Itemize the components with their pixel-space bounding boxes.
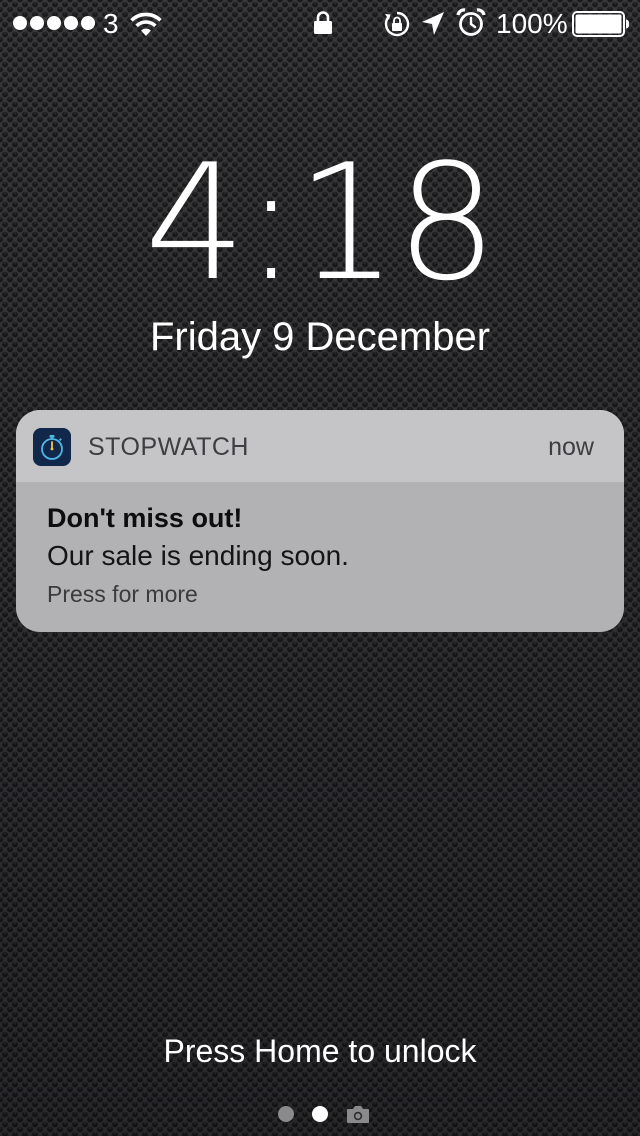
lock-screen-date: Friday 9 December xyxy=(149,315,491,359)
notification-hint: Press for more xyxy=(47,581,198,607)
page-indicator xyxy=(278,1104,370,1124)
wifi-icon xyxy=(128,10,164,43)
alarm-icon xyxy=(456,8,486,43)
page-dot[interactable] xyxy=(278,1106,294,1122)
rotation-lock-icon xyxy=(383,10,411,43)
camera-icon[interactable] xyxy=(346,1104,370,1124)
signal-dot xyxy=(81,16,95,30)
lock-screen-time: 4:18 xyxy=(144,129,497,316)
notification-card[interactable]: STOPWATCH now Don't miss out! Our sale i… xyxy=(16,410,624,632)
signal-strength-icon xyxy=(13,16,95,30)
location-icon xyxy=(420,10,446,43)
signal-dot xyxy=(13,16,27,30)
notification-header: STOPWATCH now xyxy=(16,410,624,482)
unlock-prompt: Press Home to unlock xyxy=(163,1033,477,1069)
status-bar: 3 100% xyxy=(0,0,640,48)
notification-time: now xyxy=(548,433,594,461)
lock-icon xyxy=(313,10,333,41)
notification-app-name: STOPWATCH xyxy=(88,433,249,461)
notification-body: Our sale is ending soon. xyxy=(47,540,349,571)
page-dot-active[interactable] xyxy=(312,1106,328,1122)
battery-icon xyxy=(572,11,630,42)
carrier-name: 3 xyxy=(103,8,119,39)
signal-dot xyxy=(64,16,78,30)
notification-title: Don't miss out! xyxy=(47,503,243,533)
stopwatch-icon xyxy=(33,428,71,466)
battery-percentage: 100% xyxy=(496,8,568,39)
signal-dot xyxy=(30,16,44,30)
lock-screen: 3 100% 4:18 Friday 9 December STOPWATCH … xyxy=(0,0,640,1136)
signal-dot xyxy=(47,16,61,30)
